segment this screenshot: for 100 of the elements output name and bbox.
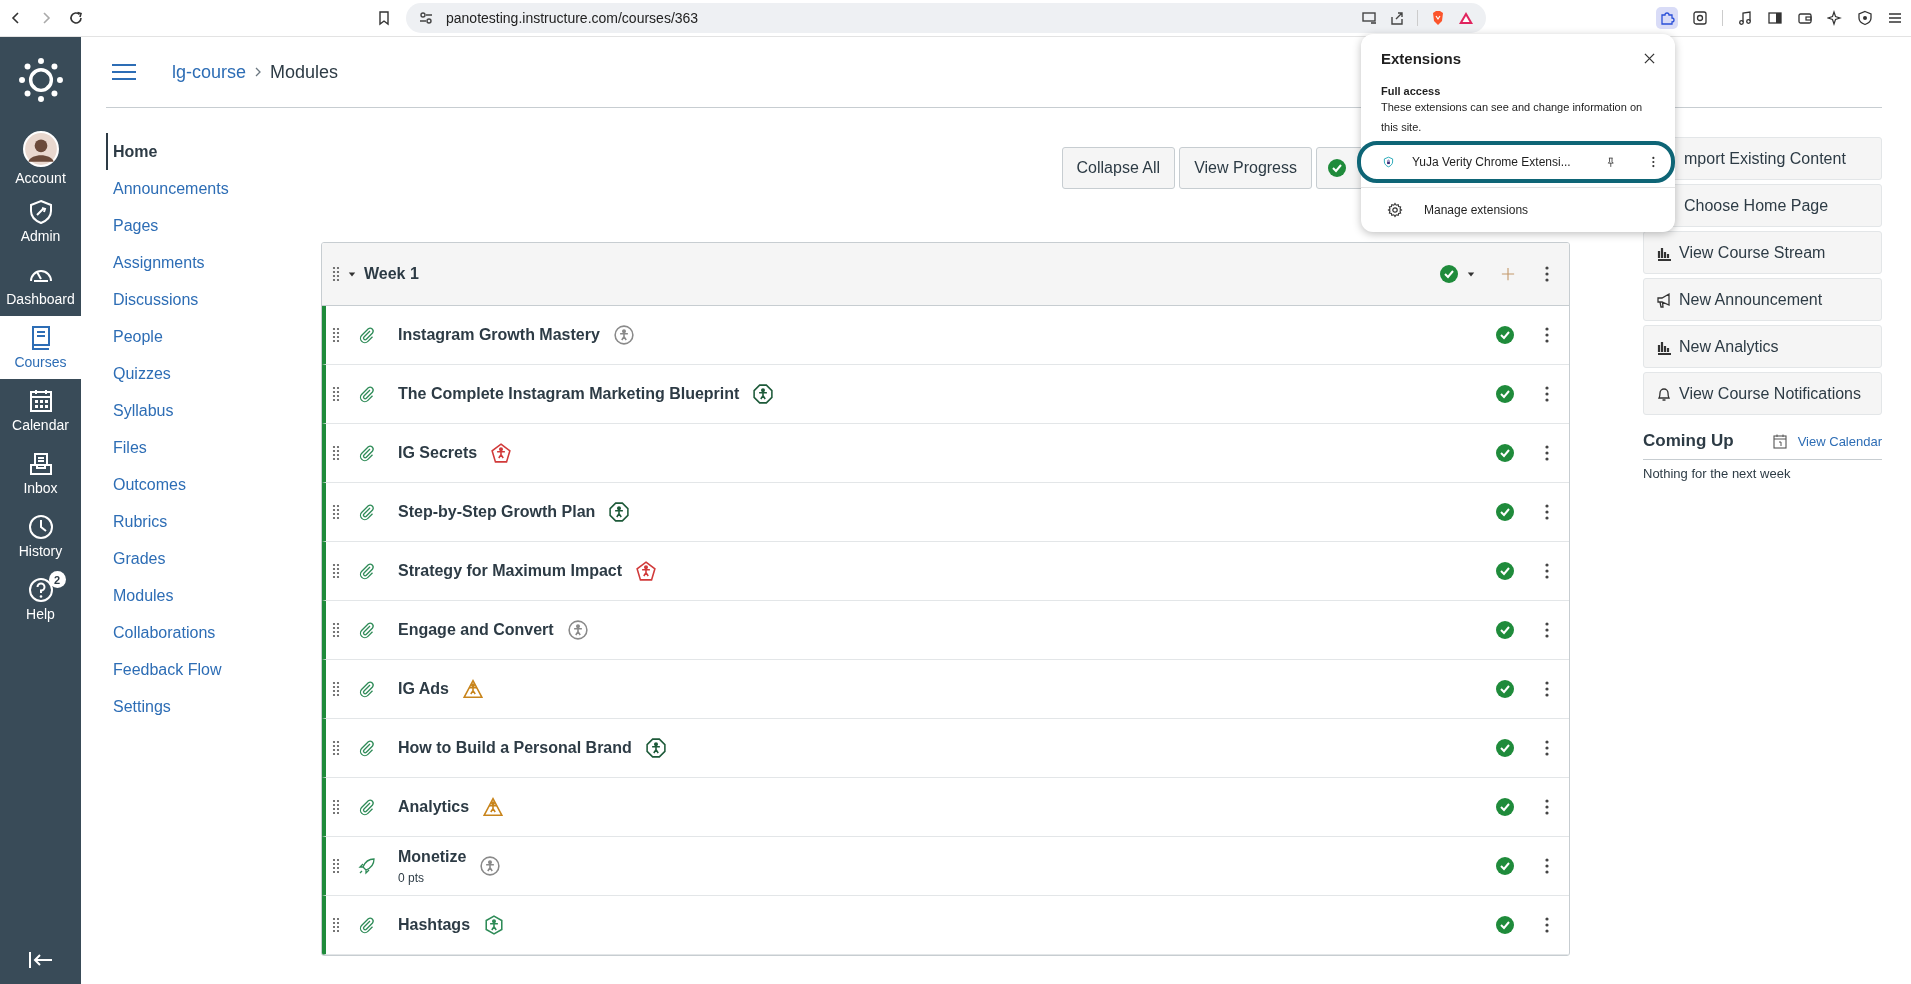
module-item-link[interactable]: Instagram Growth Mastery: [398, 326, 600, 344]
drag-handle-icon[interactable]: [332, 504, 340, 520]
more-options-icon[interactable]: [1652, 155, 1655, 169]
breadcrumb-link[interactable]: lg-course: [172, 61, 247, 83]
module-header[interactable]: Week 1: [322, 243, 1569, 306]
more-options-icon[interactable]: [1545, 858, 1549, 874]
module-item-link[interactable]: Engage and Convert: [398, 621, 554, 639]
pin-icon[interactable]: [1606, 154, 1615, 170]
course-nav-link[interactable]: Pages: [106, 207, 159, 244]
extension-item[interactable]: YuJa Verity Chrome Extensi...: [1357, 141, 1675, 183]
sidebar-button[interactable]: New Analytics: [1643, 325, 1882, 368]
drag-handle-icon[interactable]: [332, 563, 340, 579]
course-nav-link[interactable]: Syllabus: [106, 392, 174, 429]
share-icon[interactable]: [1389, 10, 1405, 26]
course-nav-link[interactable]: Home: [106, 133, 158, 170]
triangle-logo-icon[interactable]: [1458, 10, 1474, 26]
accessibility-badge-icon[interactable]: [636, 561, 657, 581]
accessibility-badge-icon[interactable]: [753, 384, 774, 404]
menu-icon[interactable]: [1887, 10, 1903, 26]
sidebar-button[interactable]: View Course Notifications: [1643, 372, 1882, 415]
published-icon[interactable]: [1495, 384, 1515, 404]
more-options-icon[interactable]: [1545, 327, 1549, 343]
global-nav-item[interactable]: Calendar: [0, 379, 81, 442]
accessibility-badge-icon[interactable]: [645, 738, 666, 758]
view-calendar-link[interactable]: View Calendar: [1797, 433, 1882, 449]
module-item-link[interactable]: IG Ads: [398, 680, 449, 698]
course-nav-link[interactable]: Discussions: [106, 281, 199, 318]
drag-handle-icon[interactable]: [332, 740, 340, 756]
menu-icon[interactable]: [111, 62, 137, 82]
module-item-link[interactable]: IG Secrets: [398, 444, 478, 462]
bookmark-icon[interactable]: [376, 10, 392, 26]
more-options-icon[interactable]: [1545, 504, 1549, 520]
published-icon[interactable]: [1495, 620, 1515, 640]
drag-handle-icon[interactable]: [332, 266, 340, 282]
more-options-icon[interactable]: [1545, 266, 1549, 282]
sidebar-button[interactable]: New Announcement: [1643, 278, 1882, 321]
breadcrumb-link[interactable]: Modules: [270, 61, 339, 83]
sparkle-icon[interactable]: [1827, 10, 1843, 26]
module-item-link[interactable]: How to Build a Personal Brand: [398, 739, 632, 757]
course-nav-link[interactable]: Rubrics: [106, 503, 168, 540]
close-icon[interactable]: [1644, 53, 1655, 64]
drag-handle-icon[interactable]: [332, 799, 340, 815]
drag-handle-icon[interactable]: [332, 681, 340, 697]
drag-handle-icon[interactable]: [332, 445, 340, 461]
more-options-icon[interactable]: [1545, 622, 1549, 638]
published-icon[interactable]: [1495, 738, 1515, 758]
global-nav-item[interactable]: Account: [0, 127, 81, 190]
global-nav-item[interactable]: Admin: [0, 190, 81, 253]
published-icon[interactable]: [1495, 797, 1515, 817]
drag-handle-icon[interactable]: [332, 327, 340, 343]
module-item-link[interactable]: The Complete Instagram Marketing Blueprint: [398, 385, 740, 403]
course-nav-link[interactable]: Announcements: [106, 170, 229, 207]
global-nav-item[interactable]: 2 Help: [0, 568, 81, 631]
published-icon[interactable]: [1495, 856, 1515, 876]
published-icon[interactable]: [1495, 679, 1515, 699]
more-options-icon[interactable]: [1545, 681, 1549, 697]
module-item-link[interactable]: Hashtags: [398, 916, 471, 934]
global-nav-item[interactable]: History: [0, 505, 81, 568]
puzzle-icon[interactable]: [1656, 7, 1678, 29]
more-options-icon[interactable]: [1545, 799, 1549, 815]
course-nav-link[interactable]: Files: [106, 429, 147, 466]
more-options-icon[interactable]: [1545, 445, 1549, 461]
more-options-icon[interactable]: [1545, 740, 1549, 756]
accessibility-badge-icon[interactable]: [613, 325, 634, 345]
address-bar[interactable]: panotesting.instructure.com/courses/363: [406, 3, 1486, 33]
published-icon[interactable]: [1495, 325, 1515, 345]
module-item-link[interactable]: Analytics: [398, 798, 470, 816]
module-item-link[interactable]: Strategy for Maximum Impact: [398, 562, 623, 580]
more-options-icon[interactable]: [1545, 917, 1549, 933]
toolbar-button[interactable]: View Progress: [1179, 147, 1312, 189]
sidebar-icon[interactable]: [1767, 10, 1783, 26]
caret-icon[interactable]: [1467, 270, 1475, 278]
drag-handle-icon[interactable]: [332, 858, 340, 874]
course-nav-link[interactable]: Grades: [106, 540, 166, 577]
global-nav-item[interactable]: Inbox: [0, 442, 81, 505]
toolbar-button[interactable]: Collapse All: [1061, 147, 1176, 189]
course-nav-link[interactable]: Settings: [106, 688, 171, 725]
caret-icon[interactable]: [348, 270, 356, 278]
sidebar-button[interactable]: View Course Stream: [1643, 231, 1882, 274]
accessibility-badge-icon[interactable]: [491, 443, 512, 463]
published-icon[interactable]: [1439, 264, 1459, 284]
music-icon[interactable]: [1737, 10, 1753, 26]
cast-icon[interactable]: [1361, 10, 1377, 26]
search-window-icon[interactable]: [1692, 10, 1708, 26]
global-nav-item[interactable]: Dashboard: [0, 253, 81, 316]
logo-icon[interactable]: [17, 57, 64, 103]
published-icon[interactable]: [1495, 443, 1515, 463]
accessibility-badge-icon[interactable]: [567, 620, 588, 640]
more-options-icon[interactable]: [1545, 386, 1549, 402]
accessibility-badge-icon[interactable]: [484, 915, 505, 935]
drag-handle-icon[interactable]: [332, 386, 340, 402]
course-nav-link[interactable]: Feedback Flow: [106, 651, 222, 688]
course-nav-link[interactable]: Modules: [106, 577, 174, 614]
reload-icon[interactable]: [68, 10, 84, 26]
accessibility-badge-icon[interactable]: [480, 856, 501, 876]
shield-icon[interactable]: [1857, 10, 1873, 26]
course-nav-link[interactable]: Outcomes: [106, 466, 186, 503]
manage-extensions-item[interactable]: Manage extensions: [1361, 187, 1675, 222]
more-options-icon[interactable]: [1545, 563, 1549, 579]
module-item-link[interactable]: Monetize: [398, 847, 467, 866]
